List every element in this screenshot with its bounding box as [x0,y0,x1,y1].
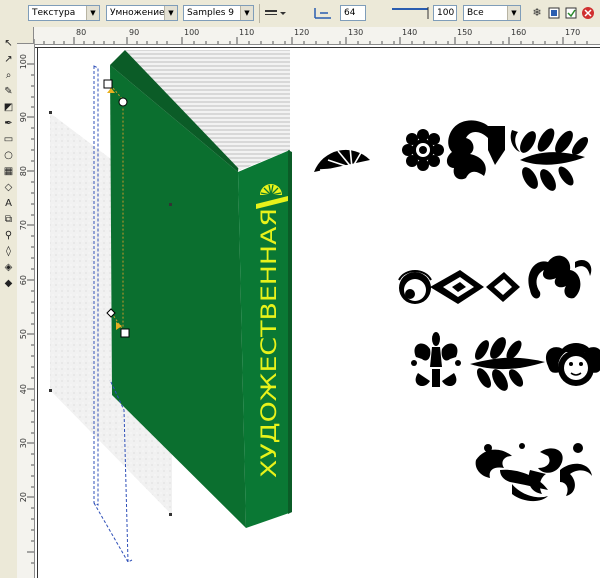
shape-tool-icon[interactable]: ↗ [2,53,15,66]
interactive-fill-icon[interactable]: ◆ [2,277,15,290]
ruler-label: 130 [348,28,364,37]
ruler-label: 140 [402,28,418,37]
line-style-icon [265,10,286,15]
outline-tool-icon[interactable]: ◊ [2,245,15,258]
eyedropper-icon[interactable]: ⚲ [2,229,15,242]
scroll-ornament-icon[interactable] [446,120,505,180]
leaf-spray-ornament-icon[interactable] [470,335,545,394]
fill-type-dropdown[interactable]: Текстура ▼ [28,5,100,21]
text-tool-icon[interactable]: A [2,197,15,210]
percent-value[interactable]: 100 [433,5,457,21]
pick-tool-icon[interactable]: ↖ [2,37,15,50]
ruler-label: 60 [19,275,28,286]
ruler-label: 100 [19,54,28,70]
ruler-label: 170 [565,28,581,37]
basic-shapes-icon[interactable]: ◇ [2,181,15,194]
mid-handle [118,97,128,107]
small-diamond-ornament-icon[interactable] [486,272,520,302]
ruler-label: 100 [184,28,200,37]
zoom-tool-icon[interactable]: ⌕ [2,69,15,82]
swirl-ornament-icon[interactable] [475,443,592,502]
ruler-label: 90 [129,28,140,37]
separator [259,4,260,23]
interactive-blend-icon[interactable]: ⧉ [2,213,15,226]
artistic-media-icon[interactable]: ✒ [2,117,15,130]
blend-mode-dropdown[interactable]: Умножение ▼ [106,5,178,21]
freehand-tool-icon[interactable]: ✎ [2,85,15,98]
horizontal-ruler[interactable]: 80 90 100 110 120 130 140 150 160 170 [34,27,600,45]
chevron-down-icon: ▼ [240,6,253,20]
property-bar: Текстура ▼ Умножение ▼ Samples 9 ▼ 64 10… [0,0,600,28]
sample-value: Samples 9 [187,8,235,18]
leaf-ornament-icon[interactable] [510,126,591,194]
ruler-label: 80 [19,166,28,177]
clear-transparency-icon[interactable] [581,4,595,22]
fan-ornament-icon[interactable] [314,146,370,172]
transparency-value[interactable]: 64 [340,5,366,21]
line-style-button[interactable] [262,4,288,22]
ruler-label: 120 [294,28,310,37]
freeze-icon[interactable]: ❄ [530,4,544,22]
spine-title: ХУДОЖЕСТВЕННАЯ [257,208,281,478]
end-handle [120,328,130,338]
sample-dropdown[interactable]: Samples 9 ▼ [183,5,254,21]
chevron-down-icon: ▼ [86,6,99,20]
vertical-ruler[interactable]: 100 90 80 70 60 50 40 30 20 [17,44,35,578]
ruler-label: 110 [239,28,255,37]
ruler-label: 70 [19,220,28,231]
acanthus-ornament-icon[interactable] [528,255,592,299]
ruler-label: 150 [457,28,473,37]
toolbox: ↖ ↗ ⌕ ✎ ◩ ✒ ▭ ○ ▦ ◇ A ⧉ ⚲ ◊ ◈ ◆ [0,27,18,578]
diamond-ornament-icon[interactable] [430,270,484,304]
copy-properties-icon[interactable] [547,4,561,22]
target-dropdown[interactable]: Все ▼ [463,5,521,21]
start-handle [103,79,113,89]
rectangle-tool-icon[interactable]: ▭ [2,133,15,146]
drawing-canvas[interactable]: ХУДОЖЕСТВЕННАЯ [35,45,600,578]
blend-mode-value: Умножение [110,8,165,18]
ellipse-tool-icon[interactable]: ○ [2,149,15,162]
ruler-corner[interactable] [17,27,34,44]
ruler-label: 50 [19,329,28,340]
cherub-ornament-icon[interactable] [545,343,600,386]
fleur-ornament-icon[interactable] [411,332,461,387]
ruler-label: 20 [19,492,28,503]
transparency-slider-icon[interactable] [312,4,334,22]
chevron-down-icon: ▼ [164,6,177,20]
percent-slider-icon[interactable] [390,4,430,22]
ruler-label: 30 [19,438,28,449]
target-value: Все [467,8,484,18]
ring-ornament-icon[interactable] [398,270,432,304]
graph-paper-icon[interactable]: ▦ [2,165,15,178]
ruler-label: 90 [19,112,28,123]
smart-fill-icon[interactable]: ◩ [2,101,15,114]
fill-tool-icon[interactable]: ◈ [2,261,15,274]
ruler-label: 80 [76,28,87,37]
ruler-label: 160 [511,28,527,37]
flower-ornament-icon[interactable] [402,129,444,171]
apply-properties-icon[interactable] [564,4,578,22]
chevron-down-icon: ▼ [507,6,520,20]
fill-type-value: Текстура [32,8,76,18]
ruler-label: 40 [19,384,28,395]
